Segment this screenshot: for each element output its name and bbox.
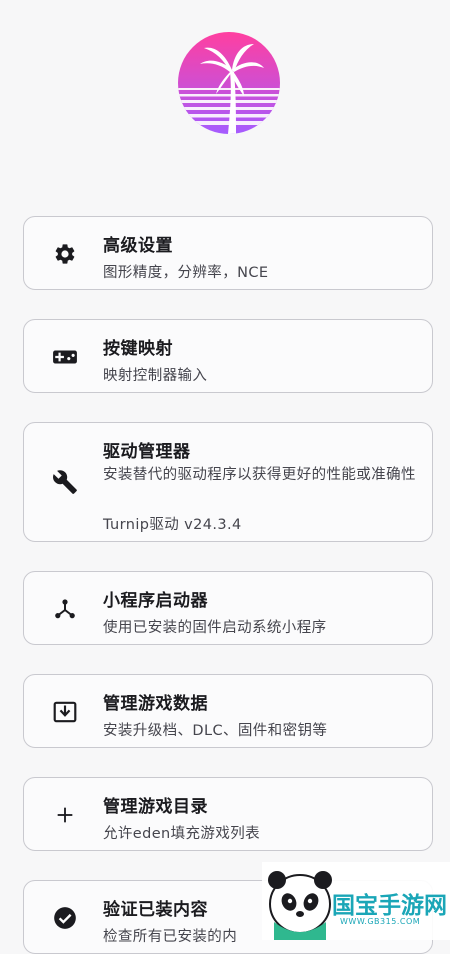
menu-item-title: 驱动管理器 xyxy=(103,442,191,462)
check-circle-icon xyxy=(52,905,78,931)
watermark-url: WWW.GB315.COM xyxy=(340,917,421,926)
gamepad-icon xyxy=(52,344,78,370)
menu-item-title: 按键映射 xyxy=(103,339,173,359)
menu-item-driver-manager[interactable]: 驱动管理器 安装替代的驱动程序以获得更好的性能或准确性 Turnip驱动 v24… xyxy=(23,422,433,542)
menu-item-title: 小程序启动器 xyxy=(103,591,208,611)
driver-version: Turnip驱动 v24.3.4 xyxy=(103,517,242,533)
wrench-icon xyxy=(52,469,78,495)
menu-item-advanced-settings[interactable]: 高级设置 图形精度，分辨率，NCE xyxy=(23,216,433,290)
menu-item-applet-launcher[interactable]: 小程序启动器 使用已安装的固件启动系统小程序 xyxy=(23,571,433,645)
menu-item-input-mapping[interactable]: 按键映射 映射控制器输入 xyxy=(23,319,433,393)
menu-item-manage-game-data[interactable]: 管理游戏数据 安装升级档、DLC、固件和密钥等 xyxy=(23,674,433,748)
menu-item-subtitle: 使用已安装的固件启动系统小程序 xyxy=(103,620,327,636)
applet-icon xyxy=(52,596,78,622)
menu-item-subtitle: 检查所有已安装的内 xyxy=(103,929,238,945)
menu-item-title: 管理游戏目录 xyxy=(103,797,208,817)
menu-item-subtitle: 安装替代的驱动程序以获得更好的性能或准确性 xyxy=(103,467,416,483)
install-icon xyxy=(52,699,78,725)
menu-item-subtitle: 安装升级档、DLC、固件和密钥等 xyxy=(103,723,328,739)
menu-item-title: 管理游戏数据 xyxy=(103,694,208,714)
menu-item-title: 验证已装内容 xyxy=(103,900,208,920)
gear-icon xyxy=(52,241,78,267)
menu-item-subtitle: 允许eden填充游戏列表 xyxy=(103,826,261,842)
watermark-text: 国宝手游网 xyxy=(332,893,447,919)
menu-item-manage-game-folders[interactable]: 管理游戏目录 允许eden填充游戏列表 xyxy=(23,777,433,851)
app-logo xyxy=(178,32,280,134)
menu-item-title: 高级设置 xyxy=(103,236,173,256)
menu-item-subtitle: 图形精度，分辨率，NCE xyxy=(103,265,269,281)
menu-item-subtitle: 映射控制器输入 xyxy=(103,368,208,384)
plus-icon xyxy=(52,802,78,828)
